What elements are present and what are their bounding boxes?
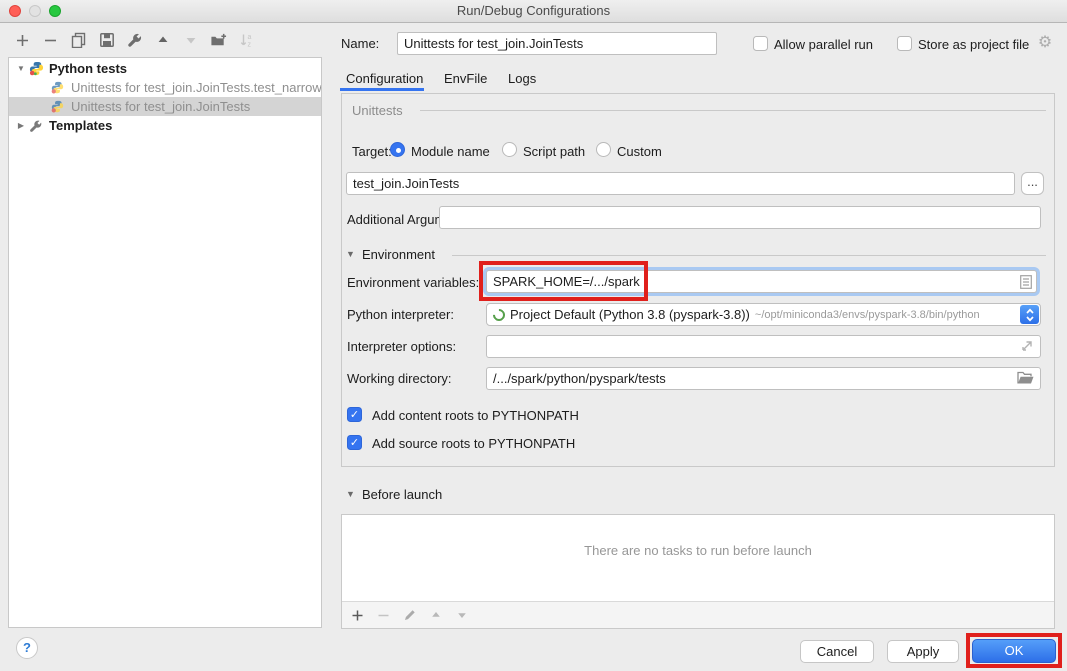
cancel-button[interactable]: Cancel <box>800 640 874 663</box>
python-test-config-icon <box>51 100 67 113</box>
copy-configuration-icon[interactable] <box>70 31 87 49</box>
tree-item-label: Python tests <box>49 59 127 78</box>
python-test-config-icon <box>51 81 67 94</box>
run-debug-configurations-dialog: Run/Debug Configurations az <box>0 0 1067 671</box>
expand-field-icon[interactable] <box>1020 339 1034 353</box>
move-down-icon <box>182 31 199 49</box>
radio-module-name-label: Module name <box>411 144 490 159</box>
remove-configuration-button[interactable] <box>42 31 59 49</box>
tree-item-unittests-jointests[interactable]: Unittests for test_join.JoinTests <box>9 97 321 116</box>
move-task-up-icon <box>427 606 444 624</box>
python-interpreter-label: Python interpreter: <box>347 307 454 322</box>
tree-item-label: Unittests for test_join.JoinTests.test_n… <box>71 78 321 97</box>
add-content-roots-label: Add content roots to PYTHONPATH <box>372 408 579 423</box>
active-tab-underline <box>340 88 424 91</box>
add-task-button[interactable] <box>349 606 366 624</box>
configurations-tree: ▼ Python tests Unittests for test_join.J… <box>8 57 322 628</box>
svg-text:z: z <box>247 42 251 49</box>
before-launch-collapse-icon[interactable]: ▼ <box>346 489 355 499</box>
tab-configuration[interactable]: Configuration <box>346 71 423 86</box>
create-folder-icon[interactable] <box>210 31 227 49</box>
sort-configurations-icon: az <box>238 31 255 49</box>
svg-text:a: a <box>247 34 251 41</box>
interpreter-options-input[interactable] <box>486 335 1041 358</box>
allow-parallel-run-label: Allow parallel run <box>774 37 873 52</box>
before-launch-panel: There are no tasks to run before launch <box>341 514 1055 629</box>
name-label: Name: <box>341 36 379 51</box>
additional-arguments-input[interactable] <box>439 206 1041 229</box>
before-launch-empty-text: There are no tasks to run before launch <box>342 543 1054 558</box>
conda-environment-icon <box>491 306 508 323</box>
tree-item-label: Unittests for test_join.JoinTests <box>71 97 250 116</box>
configurations-toolbar: az <box>14 31 255 49</box>
allow-parallel-run-checkbox[interactable] <box>753 36 768 51</box>
ok-button[interactable]: OK <box>972 639 1056 663</box>
tree-item-python-tests[interactable]: ▼ Python tests <box>9 59 321 78</box>
chevron-right-icon[interactable]: ▶ <box>15 116 27 135</box>
move-up-icon[interactable] <box>154 31 171 49</box>
target-label: Target: <box>352 144 392 159</box>
apply-button[interactable]: Apply <box>887 640 959 663</box>
add-configuration-button[interactable] <box>14 31 31 49</box>
name-input[interactable] <box>397 32 717 55</box>
environment-collapse-icon[interactable]: ▼ <box>346 249 355 259</box>
tab-envfile[interactable]: EnvFile <box>444 71 487 86</box>
save-configuration-icon[interactable] <box>98 31 115 49</box>
environment-variables-field[interactable] <box>486 270 1037 293</box>
remove-task-button <box>375 606 392 624</box>
browse-module-button[interactable]: ... <box>1021 172 1044 195</box>
python-interpreter-path: ~/opt/miniconda3/envs/pyspark-3.8/bin/py… <box>755 309 1016 321</box>
radio-custom[interactable] <box>596 142 611 157</box>
move-task-down-icon <box>453 606 470 624</box>
before-launch-toolbar <box>342 601 1054 628</box>
add-source-roots-label: Add source roots to PYTHONPATH <box>372 436 575 451</box>
folder-open-icon[interactable] <box>1016 370 1034 386</box>
store-as-project-file-checkbox[interactable] <box>897 36 912 51</box>
tree-item-templates[interactable]: ▶ Templates <box>9 116 321 135</box>
interpreter-options-label: Interpreter options: <box>347 339 456 354</box>
add-source-roots-checkbox[interactable]: ✓ <box>347 435 362 450</box>
stepper-chevrons-icon[interactable] <box>1020 305 1039 324</box>
group-separator <box>420 110 1046 111</box>
list-icon[interactable] <box>1019 274 1033 289</box>
unittests-group-title: Unittests <box>352 103 403 118</box>
module-name-input[interactable] <box>346 172 1015 195</box>
radio-module-name[interactable] <box>390 142 405 157</box>
window-titlebar[interactable]: Run/Debug Configurations <box>0 0 1067 23</box>
tree-item-unittests-test-narrow[interactable]: Unittests for test_join.JoinTests.test_n… <box>9 78 321 97</box>
working-directory-label: Working directory: <box>347 371 452 386</box>
python-tests-icon <box>29 61 45 76</box>
environment-variables-label: Environment variables: <box>347 275 479 290</box>
radio-script-path[interactable] <box>502 142 517 157</box>
before-launch-title: Before launch <box>362 487 442 502</box>
help-button[interactable]: ? <box>16 637 38 659</box>
window-title: Run/Debug Configurations <box>0 3 1067 18</box>
working-directory-input[interactable] <box>486 367 1041 390</box>
section-separator <box>452 255 1046 256</box>
python-interpreter-value: Project Default (Python 3.8 (pyspark-3.8… <box>510 307 750 322</box>
templates-wrench-icon <box>29 119 45 133</box>
environment-section-title: Environment <box>362 247 435 262</box>
gear-icon[interactable]: ⚙ <box>1036 33 1054 51</box>
chevron-down-icon[interactable]: ▼ <box>15 59 27 78</box>
radio-custom-label: Custom <box>617 144 662 159</box>
store-as-project-file-label: Store as project file <box>918 37 1029 52</box>
radio-script-path-label: Script path <box>523 144 585 159</box>
tree-item-label: Templates <box>49 116 112 135</box>
tab-logs[interactable]: Logs <box>508 71 536 86</box>
add-content-roots-checkbox[interactable]: ✓ <box>347 407 362 422</box>
edit-task-pencil-icon <box>401 606 418 624</box>
python-interpreter-select[interactable]: Project Default (Python 3.8 (pyspark-3.8… <box>486 303 1041 326</box>
edit-templates-icon[interactable] <box>126 31 143 49</box>
